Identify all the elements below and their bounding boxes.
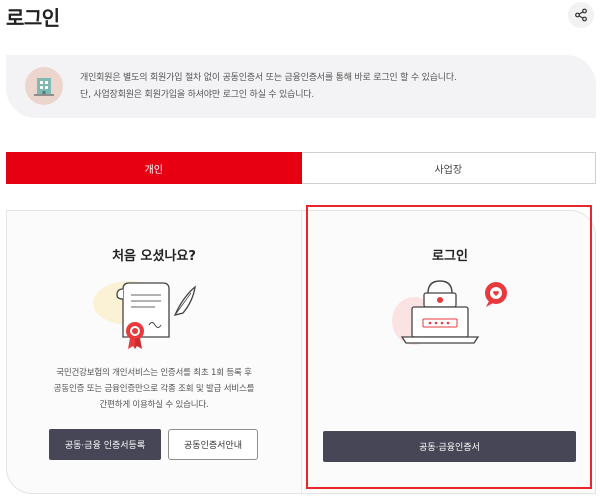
first-visit-title: 처음 오셨나요?	[112, 249, 196, 264]
description-line-3: 간편하게 이용하실 수 있습니다.	[99, 400, 209, 410]
login-cards: 처음 오셨나요? 국민건강보험의 개인서비스는 인증서를 최초 1회 등록 후 …	[6, 210, 596, 494]
building-icon	[25, 67, 63, 105]
laptop-lock-icon	[392, 280, 507, 345]
member-type-tabs: 개인 사업장	[6, 152, 596, 184]
register-certificate-button[interactable]: 공동·금융 인증서등록	[49, 429, 161, 460]
notice-line-2: 단, 사업장회원은 회원가입을 하셔야만 로그인 하실 수 있습니다.	[80, 90, 315, 100]
login-card-title: 로그인	[432, 249, 468, 264]
certificate-login-button[interactable]: 공동·금융인증서	[323, 431, 576, 462]
share-icon	[575, 8, 587, 22]
certificate-guide-button[interactable]: 공동인증서안내	[168, 429, 258, 460]
notice-line-1: 개인회원은 별도의 회원가입 절차 없이 공동인증서 또는 금융인증서를 통해 …	[80, 73, 457, 83]
description-line-2: 공동인증 또는 금융인증만으로 각종 조회 및 발급 서비스를	[53, 384, 255, 394]
page-title: 로그인	[6, 6, 60, 30]
tab-personal[interactable]: 개인	[6, 152, 302, 184]
share-button[interactable]	[568, 2, 594, 28]
first-visit-description: 국민건강보험의 개인서비스는 인증서를 최초 1회 등록 후 공동인증 또는 금…	[7, 365, 301, 413]
description-line-1: 국민건강보험의 개인서비스는 인증서를 최초 1회 등록 후	[56, 368, 252, 378]
notice-text: 개인회원은 별도의 회원가입 절차 없이 공동인증서 또는 금융인증서를 통해 …	[80, 70, 457, 104]
tab-business[interactable]: 사업장	[301, 152, 596, 184]
notice-box: 개인회원은 별도의 회원가입 절차 없이 공동인증서 또는 금융인증서를 통해 …	[6, 55, 596, 118]
certificate-icon	[93, 281, 196, 349]
card-divider	[301, 211, 302, 493]
